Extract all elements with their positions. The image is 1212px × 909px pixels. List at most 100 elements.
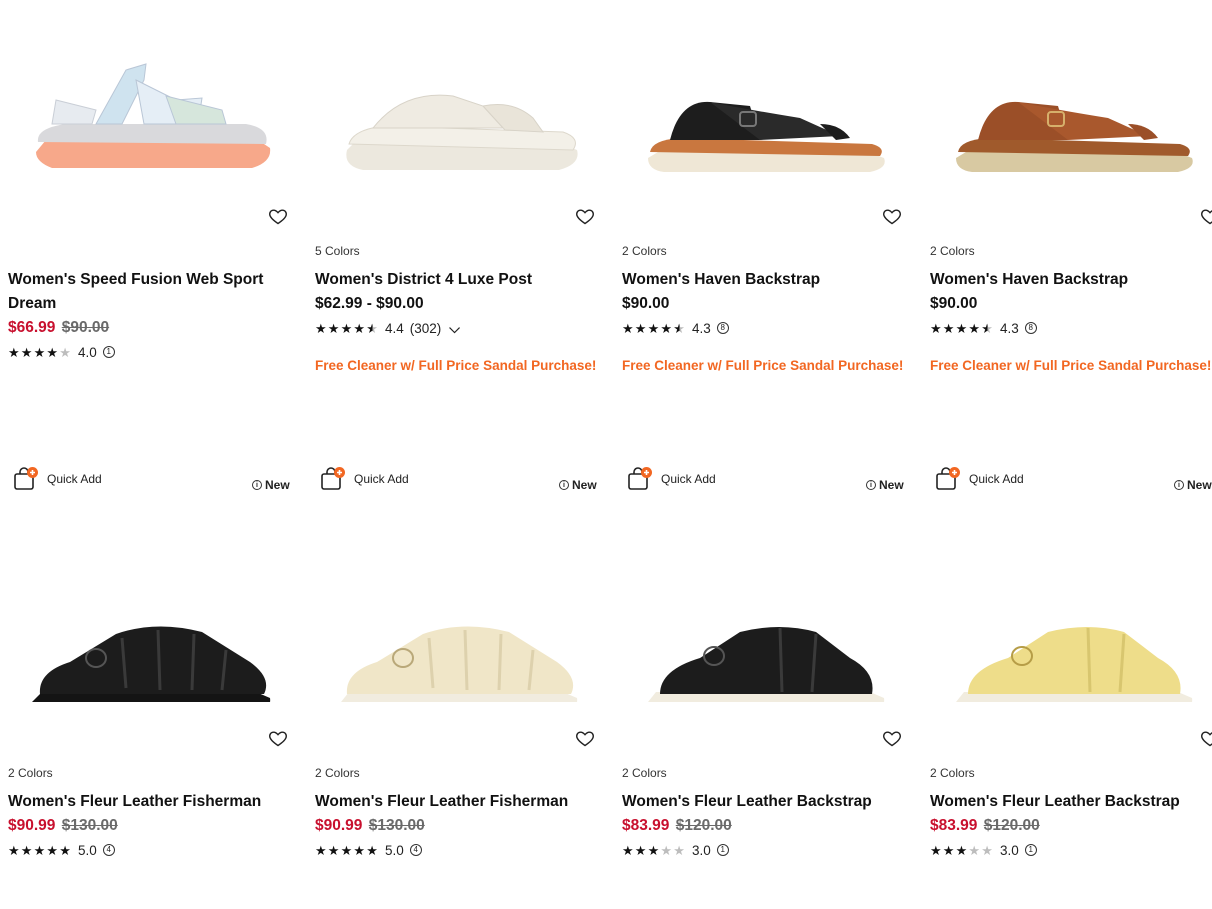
new-badge: i New xyxy=(252,478,290,492)
star-icon: ★ xyxy=(315,320,327,336)
original-price: $90.00 xyxy=(61,319,110,336)
product-image[interactable] xyxy=(315,522,605,752)
sandal-fisherman-cream-image xyxy=(341,626,578,702)
quick-add-button[interactable]: Quick Add xyxy=(13,466,102,492)
star-icon: ★ xyxy=(8,344,20,360)
star-rating: ★ ★ ★ ★ ★ xyxy=(8,844,72,857)
wishlist-heart-icon[interactable] xyxy=(268,206,288,226)
wishlist-heart-icon[interactable] xyxy=(1200,206,1212,226)
rating-value: 3.0 xyxy=(999,842,1019,858)
star-rating: ★ ★ ★ ★ ★ xyxy=(315,322,379,335)
star-icon: ★ xyxy=(968,320,981,336)
sandal-fleur-black-image xyxy=(648,627,885,702)
star-icon: ★ xyxy=(327,842,340,858)
product-title[interactable]: Women's Fleur Leather Fisherman xyxy=(8,790,288,814)
wishlist-heart-icon[interactable] xyxy=(268,728,288,748)
star-icon: ★ xyxy=(647,320,660,336)
product-image[interactable] xyxy=(622,0,912,230)
rating[interactable]: ★ ★ ★ ★ ★ 4.3 8 xyxy=(622,316,729,340)
rating[interactable]: ★ ★ ★ ★ ★ 3.0 1 xyxy=(622,838,729,862)
rating[interactable]: ★ ★ ★ ★ ★ 3.0 1 xyxy=(930,838,1037,862)
star-rating: ★ ★ ★ ★ ★ xyxy=(622,322,686,335)
rating[interactable]: ★ ★ ★ ★ ★ 4.4 (302) ⌵ xyxy=(315,316,460,340)
star-rating: ★ ★ ★ ★ ★ xyxy=(930,322,994,335)
product-title[interactable]: Women's Fleur Leather Backstrap xyxy=(622,790,902,814)
wishlist-heart-icon[interactable] xyxy=(1200,728,1212,748)
star-icon: ★ xyxy=(660,320,673,336)
rating-value: 5.0 xyxy=(384,842,404,858)
star-icon: ★ xyxy=(340,320,353,336)
original-price: $130.00 xyxy=(368,817,425,834)
product-image[interactable] xyxy=(930,522,1212,752)
quick-add-button[interactable]: Quick Add xyxy=(320,466,409,492)
star-icon: ★ xyxy=(660,842,673,858)
quick-add-button[interactable]: Quick Add xyxy=(935,466,1024,492)
sandal-slide-image xyxy=(346,94,578,170)
sale-price: $66.99 xyxy=(8,319,56,336)
star-icon: ★ xyxy=(315,842,327,858)
product-title[interactable]: Women's District 4 Luxe Post xyxy=(315,268,595,292)
star-icon: ★ xyxy=(942,842,955,858)
product-image[interactable] xyxy=(930,0,1212,230)
promo-text: Free Cleaner w/ Full Price Sandal Purcha… xyxy=(315,358,597,373)
product-image[interactable] xyxy=(315,0,605,230)
new-badge: i New xyxy=(559,478,597,492)
color-count: 2 Colors xyxy=(930,766,975,780)
star-icon: ★ xyxy=(20,842,33,858)
product-title[interactable]: Women's Fleur Leather Backstrap xyxy=(930,790,1210,814)
star-rating: ★ ★ ★ ★ ★ xyxy=(8,346,72,359)
rating[interactable]: ★ ★ ★ ★ ★ 5.0 4 xyxy=(8,838,115,862)
product-image[interactable] xyxy=(8,0,298,230)
info-circle-icon: i xyxy=(866,480,876,490)
star-icon: ★ xyxy=(955,320,968,336)
product-image[interactable] xyxy=(8,522,298,752)
star-icon: ★ xyxy=(340,842,353,858)
rating[interactable]: ★ ★ ★ ★ ★ 4.3 8 xyxy=(930,316,1037,340)
product-title[interactable]: Women's Speed Fusion Web Sport Dream xyxy=(8,268,288,316)
review-count: 8 xyxy=(1024,322,1037,334)
star-icon: ★ xyxy=(8,842,20,858)
quick-add-label: Quick Add xyxy=(661,472,716,486)
sale-price: $83.99 xyxy=(930,817,978,834)
rating[interactable]: ★ ★ ★ ★ ★ 4.0 1 xyxy=(8,340,115,364)
star-icon: ★ xyxy=(33,344,46,360)
original-price: $120.00 xyxy=(675,817,732,834)
sale-price: $90.99 xyxy=(8,817,56,834)
info-circle-icon: i xyxy=(1174,480,1184,490)
review-count: 4 xyxy=(409,844,422,856)
wishlist-heart-icon[interactable] xyxy=(575,728,595,748)
sale-price: $83.99 xyxy=(622,817,670,834)
color-count: 2 Colors xyxy=(622,766,667,780)
quick-add-button[interactable]: Quick Add xyxy=(627,466,716,492)
chevron-down-icon[interactable]: ⌵ xyxy=(449,320,460,337)
rating-value: 4.0 xyxy=(77,344,97,360)
star-icon: ★ xyxy=(673,320,685,336)
product-title[interactable]: Women's Haven Backstrap xyxy=(930,268,1210,292)
wishlist-heart-icon[interactable] xyxy=(882,206,902,226)
product-title[interactable]: Women's Fleur Leather Fisherman xyxy=(315,790,595,814)
color-count: 2 Colors xyxy=(8,766,53,780)
info-circle-icon: i xyxy=(252,480,262,490)
regular-price: $90.00 xyxy=(930,295,978,312)
new-label: New xyxy=(572,478,597,492)
rating-value: 5.0 xyxy=(77,842,97,858)
star-icon: ★ xyxy=(968,842,981,858)
wishlist-heart-icon[interactable] xyxy=(882,728,902,748)
product-image[interactable] xyxy=(622,522,912,752)
star-icon: ★ xyxy=(353,842,366,858)
star-icon: ★ xyxy=(981,320,993,336)
star-icon: ★ xyxy=(647,842,660,858)
bag-plus-icon xyxy=(936,467,960,490)
review-count: 1 xyxy=(102,346,115,358)
color-count: 5 Colors xyxy=(315,244,360,258)
promo-text: Free Cleaner w/ Full Price Sandal Purcha… xyxy=(622,358,904,373)
product-price: $83.99 $120.00 xyxy=(622,814,732,838)
star-rating: ★ ★ ★ ★ ★ xyxy=(622,844,686,857)
review-count: 1 xyxy=(716,844,729,856)
product-price: $62.99 - $90.00 xyxy=(315,292,424,316)
new-label: New xyxy=(265,478,290,492)
wishlist-heart-icon[interactable] xyxy=(575,206,595,226)
star-icon: ★ xyxy=(930,320,942,336)
product-title[interactable]: Women's Haven Backstrap xyxy=(622,268,902,292)
rating[interactable]: ★ ★ ★ ★ ★ 5.0 4 xyxy=(315,838,422,862)
